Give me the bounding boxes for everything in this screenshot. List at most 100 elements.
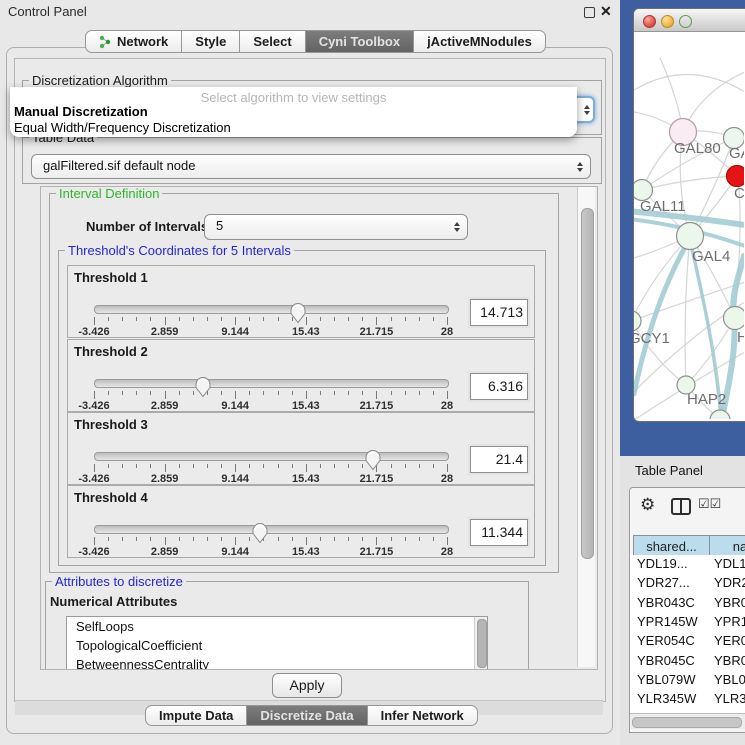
network-canvas[interactable]: GAL80GACGAL11GAL4GCY1HHAP2: [634, 31, 744, 419]
group-label: Threshold's Coordinates for 5 Intervals: [65, 243, 294, 258]
threshold-value-field[interactable]: 11.344: [470, 519, 528, 546]
scrollbar-thumb[interactable]: [632, 717, 742, 728]
apply-button[interactable]: Apply: [272, 673, 342, 698]
settings-scrollbar[interactable]: [577, 187, 595, 667]
network-node-h[interactable]: [724, 307, 745, 330]
threshold-label: Threshold 3: [74, 417, 148, 432]
tab-cyni-toolbox[interactable]: Cyni Toolbox: [305, 30, 414, 53]
table-row[interactable]: YDL19...YDL1: [630, 555, 745, 574]
table-row[interactable]: YBR045CYBR0: [630, 652, 745, 671]
network-node-gal4[interactable]: [677, 223, 704, 250]
table-row[interactable]: YDR27...YDR2: [630, 574, 745, 593]
tick-mark: [263, 391, 264, 395]
float-window-icon[interactable]: [584, 7, 595, 18]
tick-mark: [94, 317, 95, 325]
control-panel-tabs: NetworkStyle Select Cyni ToolboxjActiveMNo…: [86, 30, 546, 53]
table-row[interactable]: YBL079WYBL0: [630, 671, 745, 690]
minimize-traffic-light-icon[interactable]: [661, 15, 674, 28]
tick-mark: [306, 537, 307, 545]
tab-impute-data[interactable]: Impute Data: [145, 705, 247, 726]
tick-mark: [263, 317, 264, 321]
slider-thumb[interactable]: [251, 522, 269, 544]
number-of-intervals-combo[interactable]: 5: [204, 214, 468, 240]
list-item-topologicalcoefficient[interactable]: TopologicalCoefficient: [67, 636, 487, 655]
slider-thumb[interactable]: [289, 302, 307, 324]
tick-mark: [207, 464, 208, 468]
network-node-red-node[interactable]: [727, 166, 745, 187]
tick-mark: [405, 317, 406, 321]
tick-mark: [136, 317, 137, 321]
column-split-icon[interactable]: [671, 498, 691, 515]
tick-mark: [362, 391, 363, 395]
cell-shared-name: YPR145W: [637, 614, 698, 629]
checkbox-icons[interactable]: ☑☑: [698, 496, 721, 512]
tab-select[interactable]: Select: [239, 30, 305, 53]
tab-style[interactable]: Style: [181, 30, 240, 53]
tab-label: Infer Network: [381, 708, 464, 723]
tick-mark: [348, 464, 349, 468]
network-window-titlebar[interactable]: [634, 9, 745, 32]
node-label: GAL80: [674, 140, 721, 157]
tick-mark: [94, 391, 95, 399]
slider-track[interactable]: [94, 525, 449, 534]
scale-label: 2.859: [151, 473, 179, 485]
threshold-value-field[interactable]: 14.713: [470, 299, 528, 326]
list-scrollbar[interactable]: [474, 617, 487, 670]
table-row[interactable]: YLR345WYLR3: [630, 690, 745, 709]
tab-jactivemnodules[interactable]: jActiveMNodules: [413, 30, 546, 53]
tick-mark: [221, 537, 222, 541]
node-label: C: [734, 185, 744, 202]
slider-track[interactable]: [94, 305, 449, 314]
slider-track[interactable]: [94, 452, 449, 461]
slider-track[interactable]: [94, 379, 449, 388]
slider-ticks: [68, 391, 534, 400]
tick-mark: [376, 317, 377, 325]
algorithm-option-equal-width[interactable]: Equal Width/Frequency Discretization: [14, 120, 231, 135]
scrollbar-thumb[interactable]: [581, 208, 594, 559]
list-item-selfloops[interactable]: SelfLoops: [67, 617, 487, 636]
table-row[interactable]: YPR145WYPR1: [630, 613, 745, 632]
network-node-gcy1[interactable]: [634, 311, 641, 331]
threshold-value-field[interactable]: 21.4: [470, 446, 528, 473]
slider-thumb[interactable]: [364, 449, 382, 471]
algorithm-option-manual[interactable]: Manual Discretization: [14, 104, 148, 119]
tick-mark: [193, 537, 194, 541]
cell-shared-name: YBR043C: [637, 595, 695, 610]
tick-mark: [419, 464, 420, 468]
table-row[interactable]: YBR043CYBR0: [630, 594, 745, 613]
threshold-value-field[interactable]: 6.316: [470, 373, 528, 400]
tick-mark: [150, 537, 151, 541]
scrollbar-thumb[interactable]: [477, 619, 487, 668]
table-data-combo[interactable]: galFiltered.sif default node: [31, 154, 591, 179]
tick-mark: [278, 464, 279, 468]
tick-mark: [193, 317, 194, 321]
tab-label: Select: [253, 34, 291, 49]
list-item-betweennesscentrality[interactable]: BetweennessCentrality: [67, 655, 487, 670]
tab-infer-network[interactable]: Infer Network: [367, 705, 478, 726]
network-edge: [634, 74, 744, 92]
scale-label: 9.144: [221, 326, 249, 338]
network-node-bottom-node[interactable]: [710, 410, 730, 419]
node-label: GAL11: [640, 198, 686, 215]
close-icon[interactable]: ✕: [600, 3, 612, 20]
slider-thumb[interactable]: [194, 376, 212, 398]
zoom-traffic-light-icon[interactable]: [679, 15, 692, 28]
close-traffic-light-icon[interactable]: [643, 15, 656, 28]
numerical-attributes-list[interactable]: SelfLoopsTopologicalCoefficientBetweenne…: [66, 616, 488, 670]
tick-mark: [108, 537, 109, 541]
tick-mark: [334, 464, 335, 468]
tick-mark: [235, 464, 236, 472]
cyni-bottom-tabs: Impute DataDiscretize Data Infer Network: [146, 705, 478, 726]
table-horizontal-scrollbar[interactable]: [630, 713, 745, 729]
tick-mark: [165, 317, 166, 325]
cell-shared-name: YBR045C: [637, 653, 695, 668]
gear-icon[interactable]: ⚙: [640, 495, 655, 515]
tick-mark: [433, 464, 434, 468]
tick-mark: [235, 537, 236, 545]
tab-network[interactable]: Network: [85, 30, 182, 53]
tick-mark: [249, 391, 250, 395]
tick-mark: [292, 391, 293, 395]
table-row[interactable]: YER054CYER0: [630, 632, 745, 651]
tab-discretize-data[interactable]: Discretize Data: [246, 705, 367, 726]
tick-mark: [419, 317, 420, 321]
